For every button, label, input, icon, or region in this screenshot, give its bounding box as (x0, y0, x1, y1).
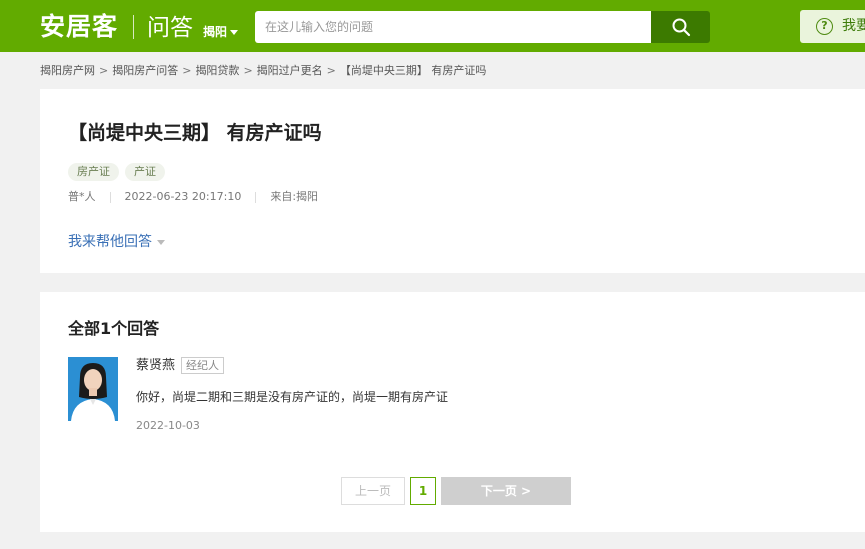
question-time: 2022-06-23 20:17:10 (124, 190, 242, 203)
answers-card: 全部1个回答 蔡贤燕 经纪人 你好，尚堤二期和三期是没有房产证的，尚堤一期有房产证… (40, 292, 865, 532)
pagination-page-1[interactable]: 1 (410, 477, 436, 505)
pagination-prev-button[interactable]: 上一页 (341, 477, 405, 505)
ask-question-button[interactable]: ? 我要提问 (800, 10, 865, 43)
agent-photo-icon (68, 357, 118, 421)
help-answer-label: 我来帮他回答 (68, 234, 152, 250)
breadcrumb-home[interactable]: 揭阳房产网 (40, 64, 95, 77)
search-button[interactable] (651, 11, 710, 43)
answerer-name[interactable]: 蔡贤燕 (136, 358, 175, 373)
top-navbar: 安居客 问答 揭阳 ? 我要提问 (0, 0, 865, 52)
chevron-down-icon (230, 30, 239, 35)
meta-divider (109, 191, 111, 203)
breadcrumb-current: 【尚堤中央三期】 有房产证吗 (339, 64, 487, 77)
breadcrumb-separator: > (99, 64, 109, 77)
search-icon (672, 18, 690, 37)
answerer-name-row: 蔡贤燕 经纪人 (136, 357, 225, 374)
answer-text: 你好，尚堤二期和三期是没有房产证的，尚堤一期有房产证 (136, 390, 449, 404)
pagination-next-button[interactable]: 下一页 > (441, 477, 571, 505)
caret-down-icon (157, 239, 165, 245)
agent-badge: 经纪人 (181, 357, 225, 374)
breadcrumb-separator: > (243, 64, 253, 77)
tag-fangchanzheng[interactable]: 房产证 (68, 163, 119, 181)
help-answer-link[interactable]: 我来帮他回答 (68, 233, 165, 251)
question-tags: 房产证 产证 (68, 160, 171, 181)
question-meta: 普*人 2022-06-23 20:17:10 来自:揭阳 (68, 190, 318, 204)
tag-chanzheng[interactable]: 产证 (125, 163, 165, 181)
question-circle-icon: ? (816, 18, 833, 35)
city-selector[interactable]: 揭阳 (203, 24, 239, 40)
breadcrumb-separator: > (182, 64, 192, 77)
breadcrumb-qa[interactable]: 揭阳房产问答 (112, 64, 178, 77)
breadcrumb-loan[interactable]: 揭阳贷款 (195, 64, 239, 77)
meta-divider (255, 191, 257, 203)
breadcrumb-transfer[interactable]: 揭阳过户更名 (257, 64, 323, 77)
answer-date: 2022-10-03 (136, 419, 200, 432)
section-title[interactable]: 问答 (147, 13, 193, 43)
city-label: 揭阳 (203, 25, 228, 39)
ask-question-label: 我要提问 (842, 18, 865, 34)
question-author: 普*人 (68, 190, 96, 203)
question-source: 来自:揭阳 (270, 190, 319, 203)
logo-divider (133, 15, 134, 39)
site-logo[interactable]: 安居客 (40, 11, 118, 43)
breadcrumb: 揭阳房产网 > 揭阳房产问答 > 揭阳贷款 > 揭阳过户更名 > 【尚堤中央三期】 有房产证吗 (40, 63, 486, 79)
question-card: 【尚堤中央三期】 有房产证吗 房产证 产证 普*人 2022-06-23 20:17… (40, 89, 865, 273)
breadcrumb-separator: > (326, 64, 336, 77)
answers-count-heading: 全部1个回答 (68, 319, 160, 338)
search-input[interactable] (255, 11, 651, 43)
question-title: 【尚堤中央三期】 有房产证吗 (68, 122, 322, 144)
avatar[interactable] (68, 357, 118, 421)
